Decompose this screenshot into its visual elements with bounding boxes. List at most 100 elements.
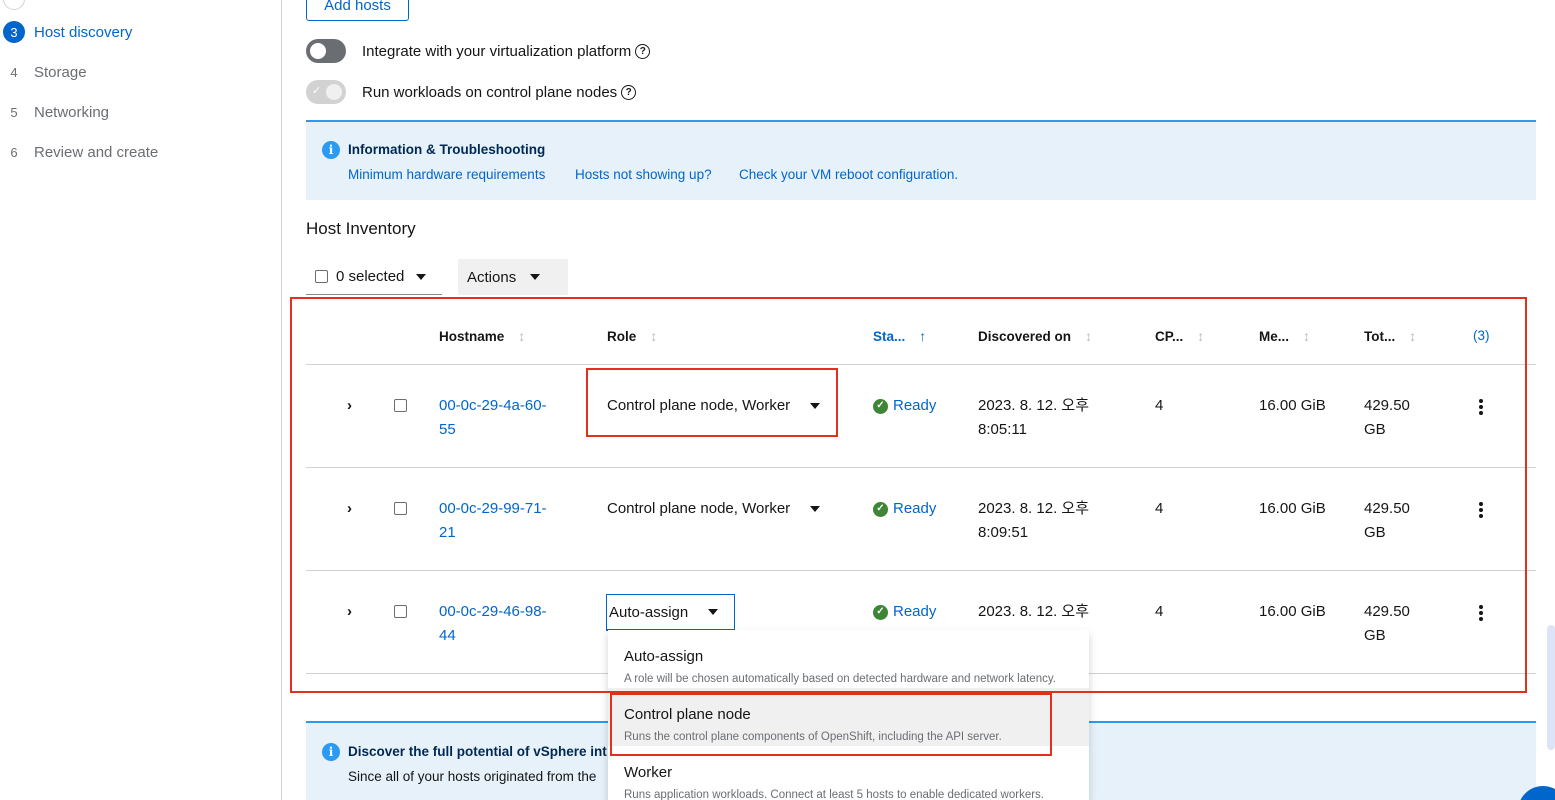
column-header-discovered-on[interactable]: Discovered on ↕ xyxy=(978,328,1092,344)
wizard-nav: 3 Host discovery 4 Storage 5 Networking … xyxy=(0,0,282,800)
column-header-hostname[interactable]: Hostname ↕ xyxy=(439,328,525,344)
bulk-select-dropdown[interactable]: 0 selected xyxy=(306,259,442,295)
option-description: Runs the control plane components of Ope… xyxy=(624,731,1002,743)
scrollbar-thumb[interactable] xyxy=(1547,625,1555,750)
table-header-divider xyxy=(306,364,1536,365)
caret-down-icon xyxy=(810,506,821,512)
role-value: Control plane node, Worker xyxy=(607,500,791,517)
status-badge[interactable]: ✓ Ready xyxy=(873,600,936,624)
role-option-control-plane-node[interactable]: Control plane node Runs the control plan… xyxy=(608,688,1089,746)
wizard-step-storage[interactable]: 4 Storage xyxy=(0,60,87,84)
caret-down-icon xyxy=(530,274,541,280)
role-option-worker[interactable]: Worker Runs application workloads. Conne… xyxy=(608,746,1089,800)
column-label: Discovered on xyxy=(978,328,1072,344)
check-circle-icon: ✓ xyxy=(873,398,888,414)
column-label: Sta... xyxy=(873,328,906,344)
step-number: 5 xyxy=(10,104,18,120)
cpu-value: 4 xyxy=(1155,603,1164,620)
info-icon: i xyxy=(322,141,340,159)
hostname-link[interactable]: 00-0c-29-99-71- 21 xyxy=(439,497,547,545)
discovered-on-value: 2023. 8. 12. 오후 8:09:51 xyxy=(978,500,1090,541)
status-badge[interactable]: ✓ Ready xyxy=(873,394,936,418)
expand-row-icon[interactable]: › xyxy=(347,603,352,620)
toggle-label: Run workloads on control plane nodes xyxy=(362,83,618,101)
memory-value: 16.00 GiB xyxy=(1259,500,1326,517)
check-icon: ✓ xyxy=(312,85,322,97)
actions-label: Actions xyxy=(467,268,517,286)
cpu-value: 4 xyxy=(1155,397,1164,414)
discovered-on-value: 2023. 8. 12. 오후 xyxy=(978,603,1090,620)
option-title: Worker xyxy=(624,764,673,781)
column-header-status[interactable]: Sta... ↑ xyxy=(873,328,926,344)
hostname-link[interactable]: 00-0c-29-46-98- 44 xyxy=(439,600,547,648)
hosts-not-showing-link[interactable]: Hosts not showing up? xyxy=(575,167,712,182)
vm-reboot-config-link[interactable]: Check your VM reboot configuration. xyxy=(739,167,958,182)
sort-icon: ↕ xyxy=(1085,328,1093,344)
expand-row-icon[interactable]: › xyxy=(347,397,352,414)
check-circle-icon: ✓ xyxy=(873,501,888,517)
row-kebab-menu-icon[interactable] xyxy=(1476,605,1486,621)
row-kebab-menu-icon[interactable] xyxy=(1476,399,1486,415)
total-storage-value: 429.50 GB xyxy=(1364,500,1410,541)
column-management-toggle[interactable]: (3) xyxy=(1473,328,1490,343)
role-dropdown-open[interactable]: Auto-assign xyxy=(606,594,735,631)
wizard-step-host-discovery[interactable]: 3 Host discovery xyxy=(0,20,132,44)
caret-down-icon xyxy=(708,609,719,615)
role-option-auto-assign[interactable]: Auto-assign A role will be chosen automa… xyxy=(608,630,1089,688)
row-checkbox[interactable] xyxy=(394,502,407,520)
sort-icon: ↕ xyxy=(1303,328,1311,344)
role-value: Auto-assign xyxy=(609,603,689,621)
column-label: Hostname xyxy=(439,328,505,344)
column-header-role[interactable]: Role ↕ xyxy=(607,328,657,344)
expand-row-icon[interactable]: › xyxy=(347,500,352,517)
alert-title: Information & Troubleshooting xyxy=(348,142,546,157)
actions-dropdown[interactable]: Actions xyxy=(458,259,568,295)
role-value: Control plane node, Worker xyxy=(607,397,791,414)
step-number: 3 xyxy=(3,21,25,43)
help-icon[interactable]: ? xyxy=(621,84,637,100)
info-icon: i xyxy=(322,743,340,761)
option-description: Runs application workloads. Connect at l… xyxy=(624,789,1044,800)
row-checkbox[interactable] xyxy=(394,605,407,623)
option-description: A role will be chosen automatically base… xyxy=(624,673,1056,685)
total-storage-value: 429.50 GB xyxy=(1364,397,1410,438)
wizard-step-2-indicator xyxy=(3,0,25,10)
step-label: Storage xyxy=(34,63,87,81)
add-hosts-button[interactable]: Add hosts xyxy=(306,0,409,21)
step-number: 4 xyxy=(10,64,18,80)
column-count: (3) xyxy=(1473,328,1490,343)
column-label: Me... xyxy=(1259,328,1290,344)
wizard-step-review[interactable]: 6 Review and create xyxy=(0,140,158,164)
row-kebab-menu-icon[interactable] xyxy=(1476,502,1486,518)
sort-icon: ↕ xyxy=(650,328,658,344)
toggle-label: Integrate with your virtualization platf… xyxy=(362,42,632,60)
role-options-menu: Auto-assign A role will be chosen automa… xyxy=(608,630,1089,800)
role-dropdown[interactable]: Control plane node, Worker xyxy=(607,497,821,521)
wizard-step-networking[interactable]: 5 Networking xyxy=(0,100,109,124)
control-plane-workloads-switch[interactable]: ✓ xyxy=(306,80,346,104)
alert-description: Since all of your hosts originated from … xyxy=(348,769,597,784)
column-header-total-storage[interactable]: Tot... ↕ xyxy=(1364,328,1416,344)
caret-down-icon xyxy=(416,273,427,280)
step-label: Host discovery xyxy=(34,23,133,41)
row-divider xyxy=(306,570,1536,571)
help-icon[interactable]: ? xyxy=(635,43,651,59)
alert-title: Discover the full potential of vSphere i… xyxy=(348,744,607,759)
row-checkbox[interactable] xyxy=(394,399,407,417)
virtualization-integration-toggle-row: Integrate with your virtualization platf… xyxy=(306,39,651,63)
column-header-cpu[interactable]: CP... ↕ xyxy=(1155,328,1204,344)
virtualization-integration-switch[interactable] xyxy=(306,39,346,63)
memory-value: 16.00 GiB xyxy=(1259,397,1326,414)
hostname-link[interactable]: 00-0c-29-4a-60- 55 xyxy=(439,394,547,442)
min-hardware-requirements-link[interactable]: Minimum hardware requirements xyxy=(348,167,545,182)
column-header-memory[interactable]: Me... ↕ xyxy=(1259,328,1310,344)
role-dropdown[interactable]: Control plane node, Worker xyxy=(607,394,821,418)
column-label: Role xyxy=(607,328,637,344)
status-badge[interactable]: ✓ Ready xyxy=(873,497,936,521)
option-title: Control plane node xyxy=(624,706,751,723)
memory-value: 16.00 GiB xyxy=(1259,603,1326,620)
column-label: Tot... xyxy=(1364,328,1396,344)
bulk-select-checkbox[interactable] xyxy=(315,270,328,283)
check-circle-icon: ✓ xyxy=(873,604,888,620)
control-plane-workloads-toggle-row: ✓ Run workloads on control plane nodes ? xyxy=(306,80,637,104)
